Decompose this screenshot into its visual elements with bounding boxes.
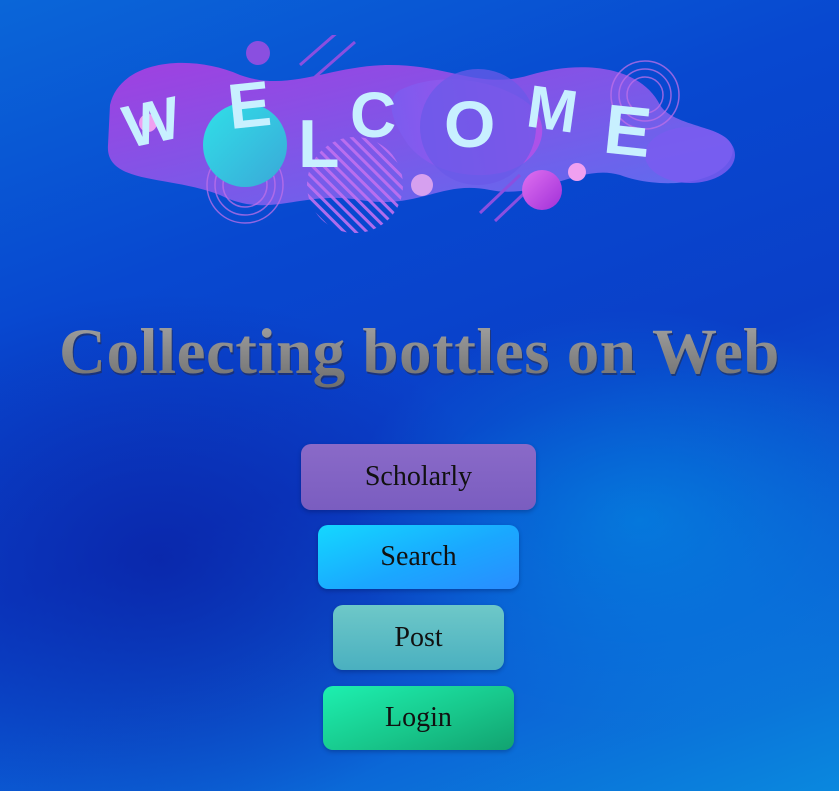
- welcome-letter-o: O: [444, 87, 495, 161]
- welcome-banner: W E L C O M E: [100, 35, 740, 235]
- welcome-letter-e1: E: [224, 67, 274, 143]
- page-title: Collecting bottles on Web: [0, 312, 839, 392]
- post-button[interactable]: Post: [333, 605, 504, 670]
- welcome-banner-graphic: W E L C O M E: [107, 35, 735, 233]
- login-button[interactable]: Login: [323, 686, 514, 750]
- welcome-letter-m: M: [523, 73, 582, 146]
- welcome-letter-c: C: [350, 79, 396, 151]
- search-button[interactable]: Search: [318, 525, 519, 589]
- welcome-letter-l: L: [298, 106, 340, 182]
- welcome-letter-e2: E: [600, 90, 655, 172]
- scholarly-button[interactable]: Scholarly: [301, 444, 536, 510]
